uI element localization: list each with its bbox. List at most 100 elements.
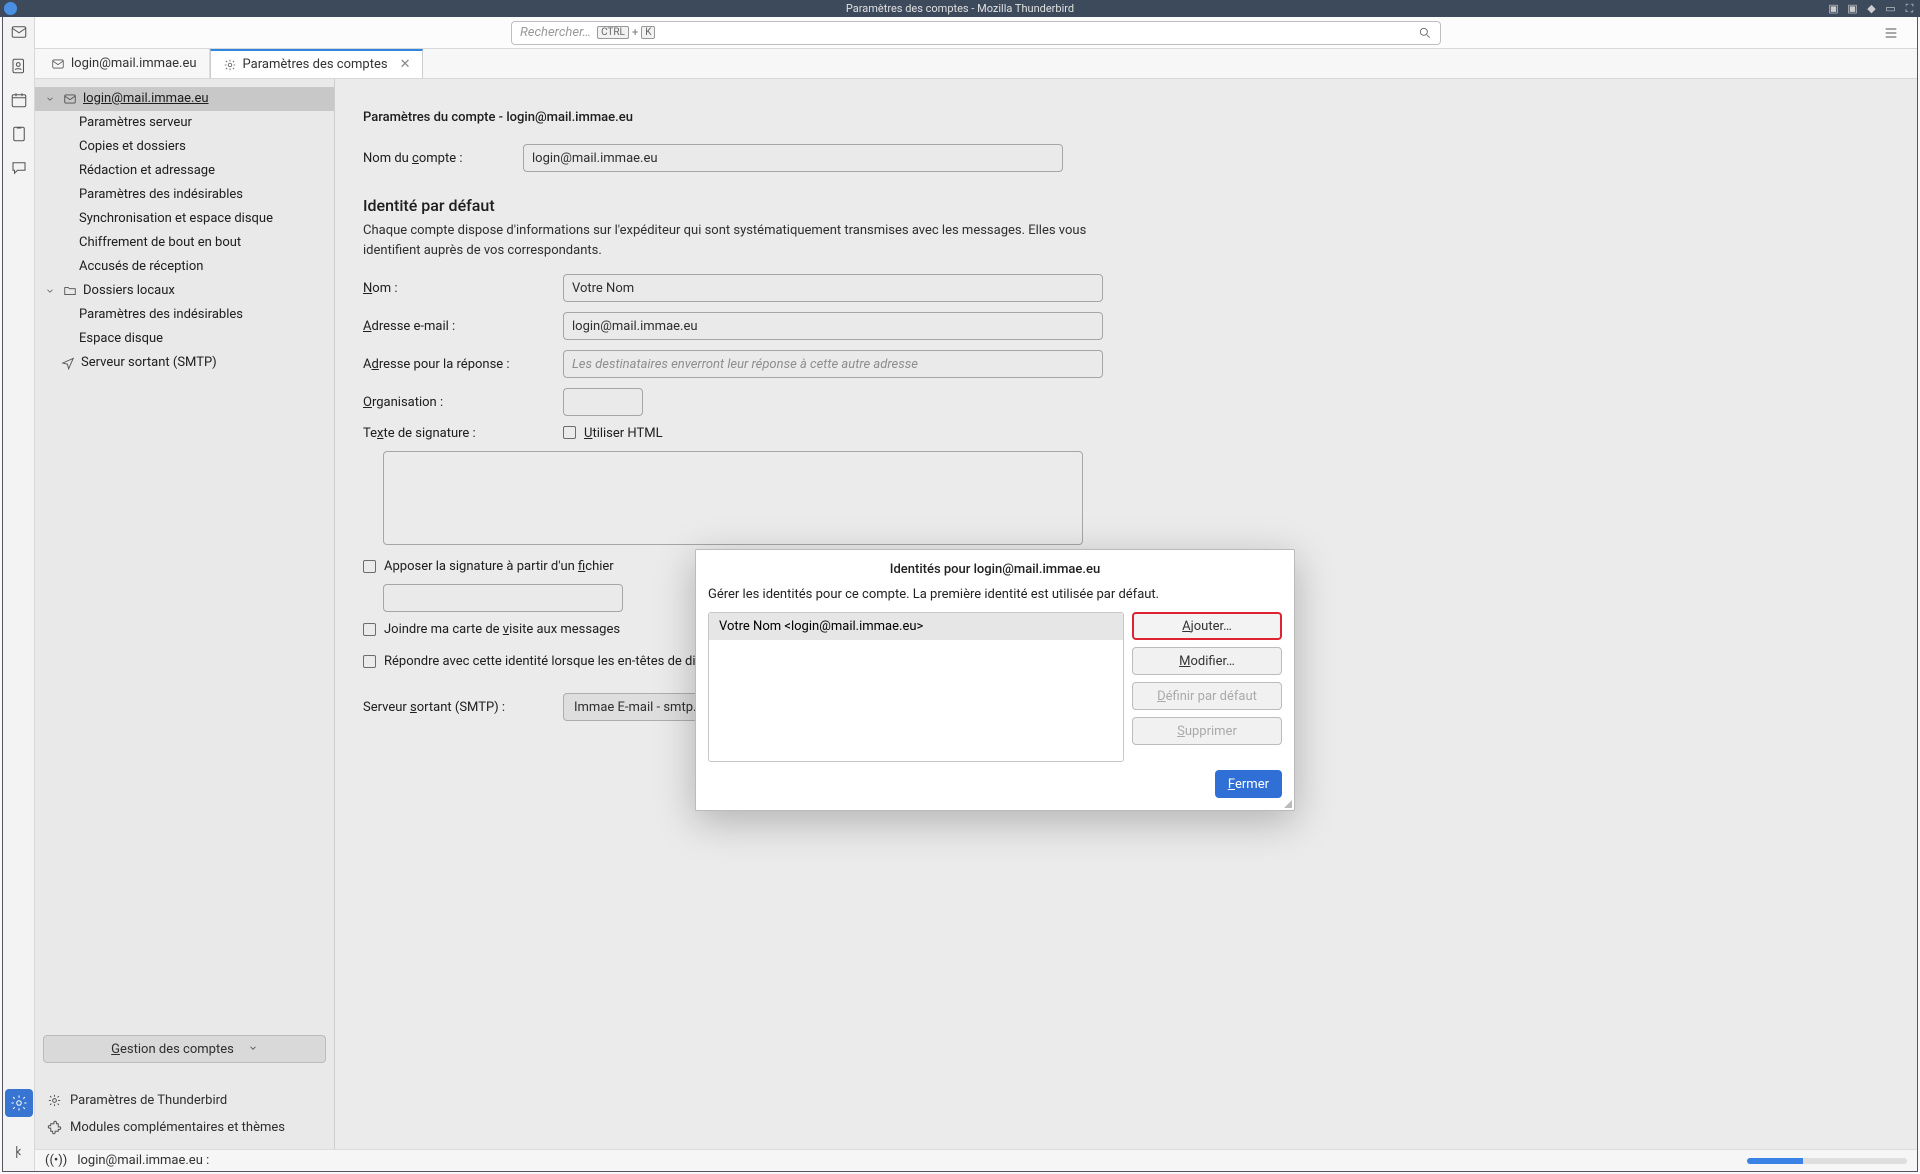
mail-icon[interactable] xyxy=(10,23,28,41)
tray-icon-1[interactable]: ▣ xyxy=(1827,2,1840,15)
account-actions-label: Gestion des comptes xyxy=(111,1042,234,1057)
page-title: Paramètres du compte - login@mail.immae.… xyxy=(363,103,1889,126)
identities-list[interactable]: Votre Nom <login@mail.immae.eu> xyxy=(708,612,1124,762)
sig-label: Texte de signature : xyxy=(363,426,563,441)
email-label: Adresse e-mail : xyxy=(363,319,563,334)
identity-desc: Chaque compte dispose d'informations sur… xyxy=(363,221,1103,260)
dialog-resize-handle[interactable] xyxy=(1282,798,1292,808)
tree-item-copies[interactable]: Copies et dossiers xyxy=(35,135,334,159)
add-identity-button[interactable]: Ajouter… xyxy=(1132,612,1282,640)
global-search-input[interactable]: Rechercher… CTRL + K xyxy=(511,21,1441,45)
status-bar: ((•)) login@mail.immae.eu : xyxy=(35,1149,1917,1171)
tree-account-label: login@mail.immae.eu xyxy=(83,89,209,109)
vcard-label: Joindre ma carte de visite aux messages xyxy=(384,622,620,637)
smtp-label: Serveur sortant (SMTP) : xyxy=(363,700,563,715)
send-icon xyxy=(61,356,75,370)
tree-local-folders[interactable]: Dossiers locaux xyxy=(35,279,334,303)
activity-bar xyxy=(3,17,35,1171)
window-menu-icon[interactable] xyxy=(4,2,17,15)
name-input[interactable] xyxy=(563,274,1103,302)
window-title: Paramètres des comptes - Mozilla Thunder… xyxy=(846,2,1074,15)
tray-icon-3[interactable]: ◆ xyxy=(1865,2,1878,15)
sig-html-label: Utiliser HTML xyxy=(584,426,663,441)
progress-bar xyxy=(1747,1158,1907,1164)
signature-textarea[interactable] xyxy=(383,451,1083,545)
account-name-input[interactable] xyxy=(523,144,1063,172)
account-actions-button[interactable]: Gestion des comptes xyxy=(43,1035,326,1063)
maximize-icon[interactable]: ⛶ xyxy=(1903,2,1916,15)
gear-icon xyxy=(223,58,237,72)
identities-dialog: Identités pour login@mail.immae.eu Gérer… xyxy=(695,549,1295,811)
top-toolbar: Rechercher… CTRL + K xyxy=(35,17,1917,49)
chat-icon[interactable] xyxy=(10,159,28,177)
reply-label: Adresse pour la réponse : xyxy=(363,357,563,372)
sig-file-label: Apposer la signature à partir d'un fichi… xyxy=(384,559,614,574)
kbd-plus: + xyxy=(632,26,638,39)
mail-icon xyxy=(51,57,65,71)
mail-icon xyxy=(63,92,77,106)
sig-file-checkbox[interactable] xyxy=(363,560,376,573)
addressbook-icon[interactable] xyxy=(10,57,28,75)
org-label: Organisation : xyxy=(363,395,563,410)
reply-input[interactable] xyxy=(563,350,1103,378)
minimize-icon[interactable]: ▭ xyxy=(1884,2,1897,15)
thunderbird-settings-link[interactable]: Paramètres de Thunderbird xyxy=(43,1087,326,1114)
calendar-icon[interactable] xyxy=(10,91,28,109)
window-controls: ▣ ▣ ◆ ▭ ⛶ xyxy=(1827,2,1916,15)
identity-heading: Identité par défaut xyxy=(363,196,1889,215)
tree-item-junk[interactable]: Paramètres des indésirables xyxy=(35,183,334,207)
dialog-title: Identités pour login@mail.immae.eu xyxy=(708,562,1282,577)
dialog-desc: Gérer les identités pour ce compte. La p… xyxy=(708,587,1282,602)
kbd-k: K xyxy=(641,26,655,39)
account-name-label: Nom du compte : xyxy=(363,151,523,166)
tree-local-junk[interactable]: Paramètres des indésirables xyxy=(35,303,334,327)
email-input[interactable] xyxy=(563,312,1103,340)
sig-html-checkbox[interactable] xyxy=(563,426,576,439)
status-text: login@mail.immae.eu : xyxy=(77,1153,209,1168)
chevron-down-icon xyxy=(248,1043,258,1053)
folder-icon xyxy=(63,284,77,298)
app-menu-icon[interactable] xyxy=(1881,23,1901,43)
tree-smtp-label: Serveur sortant (SMTP) xyxy=(81,353,217,373)
tab-label: login@mail.immae.eu xyxy=(71,56,197,71)
delete-identity-button[interactable]: Supprimer xyxy=(1132,717,1282,745)
tasks-icon[interactable] xyxy=(10,125,28,143)
tree-item-sync[interactable]: Synchronisation et espace disque xyxy=(35,207,334,231)
gear-icon xyxy=(47,1093,62,1108)
modify-identity-button[interactable]: Modifier… xyxy=(1132,647,1282,675)
kbd-ctrl: CTRL xyxy=(597,26,629,39)
tree-item-server[interactable]: Paramètres serveur xyxy=(35,111,334,135)
sb-link-label: Paramètres de Thunderbird xyxy=(70,1093,227,1108)
tree-local-disk[interactable]: Espace disque xyxy=(35,327,334,351)
collapse-sidebar-icon[interactable] xyxy=(10,1143,28,1161)
tree-item-e2e[interactable]: Chiffrement de bout en bout xyxy=(35,231,334,255)
search-placeholder: Rechercher… xyxy=(520,25,591,40)
sig-file-input[interactable] xyxy=(383,584,623,612)
tree-local-label: Dossiers locaux xyxy=(83,281,175,301)
close-icon[interactable]: ✕ xyxy=(400,57,411,72)
tree-smtp[interactable]: Serveur sortant (SMTP) xyxy=(35,351,334,375)
org-input[interactable] xyxy=(563,388,643,416)
tree-item-composition[interactable]: Rédaction et adressage xyxy=(35,159,334,183)
vcard-checkbox[interactable] xyxy=(363,623,376,636)
set-default-button[interactable]: Définir par défaut xyxy=(1132,682,1282,710)
tray-icon-2[interactable]: ▣ xyxy=(1846,2,1859,15)
settings-icon[interactable] xyxy=(5,1089,33,1117)
close-dialog-button[interactable]: Fermer xyxy=(1215,770,1282,798)
reply-identity-checkbox[interactable] xyxy=(363,655,376,668)
sync-icon[interactable]: ((•)) xyxy=(45,1153,67,1168)
tree-item-receipts[interactable]: Accusés de réception xyxy=(35,255,334,279)
name-label: Nom : xyxy=(363,281,563,296)
sb-link-label: Modules complémentaires et thèmes xyxy=(70,1120,285,1135)
tree-account-root[interactable]: login@mail.immae.eu xyxy=(35,87,334,111)
tab-mail-account[interactable]: login@mail.immae.eu xyxy=(39,49,210,78)
search-icon xyxy=(1418,26,1432,40)
addons-link[interactable]: Modules complémentaires et thèmes xyxy=(43,1114,326,1141)
puzzle-icon xyxy=(47,1120,62,1135)
identity-list-item[interactable]: Votre Nom <login@mail.immae.eu> xyxy=(709,613,1123,640)
tab-label: Paramètres des comptes xyxy=(243,57,388,72)
accounts-tree-sidebar: login@mail.immae.eu Paramètres serveur C… xyxy=(35,79,335,1149)
tab-bar: login@mail.immae.eu Paramètres des compt… xyxy=(35,49,1917,79)
tab-account-settings[interactable]: Paramètres des comptes ✕ xyxy=(210,49,424,78)
window-titlebar: Paramètres des comptes - Mozilla Thunder… xyxy=(0,0,1920,17)
